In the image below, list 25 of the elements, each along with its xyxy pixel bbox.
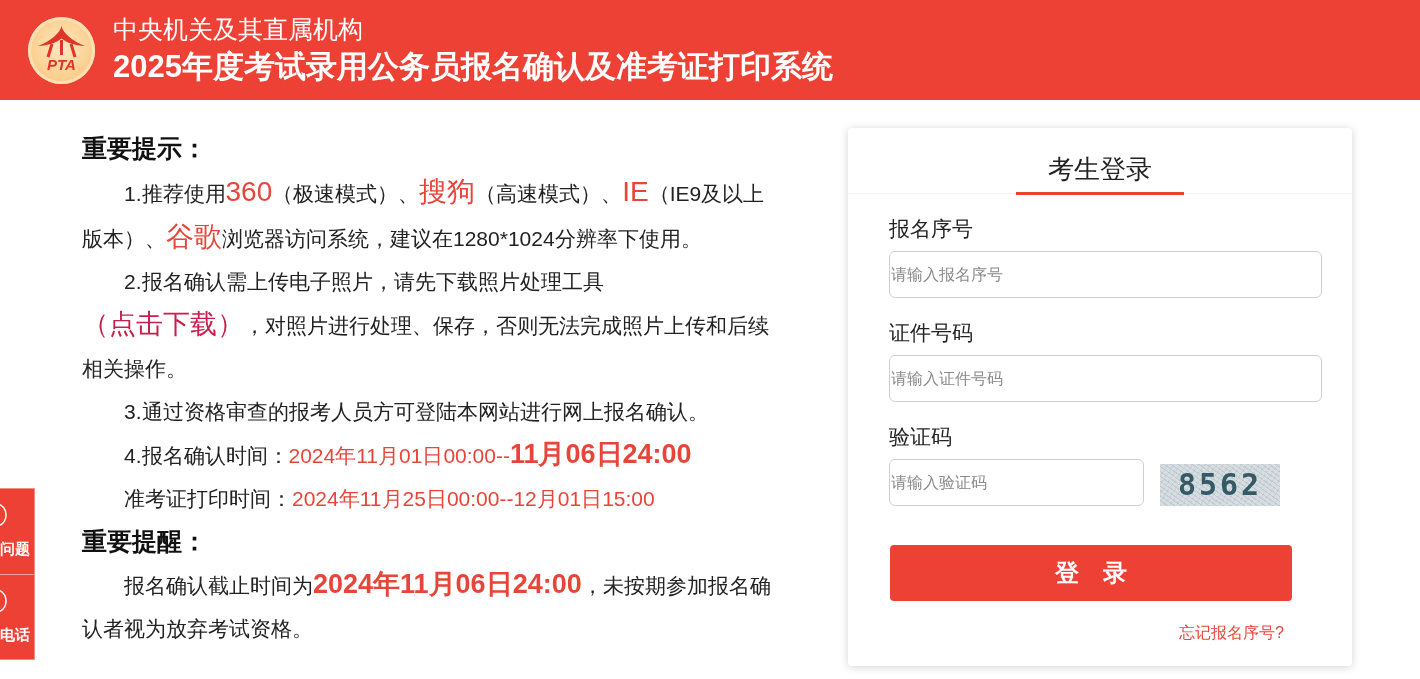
notice-paragraph: 报名确认截止时间为2024年11月06日24:00，未按期参加报名确认者视为放弃考试资格。 <box>82 568 772 642</box>
forgot-number-link[interactable]: 忘记报名序号? <box>1179 623 1284 643</box>
notice-paragraph: 2.报名确认需上传电子照片，请先下载照片处理工具 （点击下载），对照片进行处理、保存，否则无法完成照片上传和后续相关操作。 <box>82 269 770 382</box>
text-input-field[interactable]: 请输入证件号码 <box>889 355 1322 402</box>
field-label: 证件号码 <box>889 320 973 346</box>
side-tab-item[interactable]: 电话 <box>0 573 34 659</box>
header-subtitle: 中央机关及其直属机构 <box>113 13 364 44</box>
notice-paragraph: 4.报名确认时间：2024年11月01日00:00--11月06日24:00 <box>123 438 693 471</box>
logo-text: PTA <box>47 55 76 73</box>
captcha-image[interactable]: 8562 <box>1160 464 1280 506</box>
notice-paragraph: 1.推荐使用360（极速模式）、搜狗（高速模式）、IE（IE9及以上版本）、谷歌浏览器访问系统，建议在1280*1024分辨率下使用。 <box>82 175 766 254</box>
pagoda-roof-icon <box>37 24 86 58</box>
notice-paragraph: 3.通过资格审查的报考人员方可登陆本网站进行网上报名确认。 <box>123 399 710 425</box>
login-title: 考生登录 <box>1016 152 1184 195</box>
side-tab-item[interactable]: 问题 <box>0 489 34 574</box>
text-input-field[interactable]: 请输入报名序号 <box>889 251 1322 298</box>
field-label: 验证码 <box>889 424 952 450</box>
notice-heading: 重要提醒： <box>82 526 208 557</box>
login-button[interactable]: 登 录 <box>890 545 1292 601</box>
captcha-input-field[interactable]: 请输入验证码 <box>889 459 1144 506</box>
notice-paragraph: 准考证打印时间：2024年11月25日00:00--12月01日15:00 <box>123 486 656 512</box>
notice-heading: 重要提示： <box>82 133 208 164</box>
download-link[interactable]: （点击下载） <box>82 309 244 339</box>
system-title: 2025年度考试录用公务员报名确认及准考证打印系统 <box>113 47 833 86</box>
field-label: 报名序号 <box>889 216 973 242</box>
